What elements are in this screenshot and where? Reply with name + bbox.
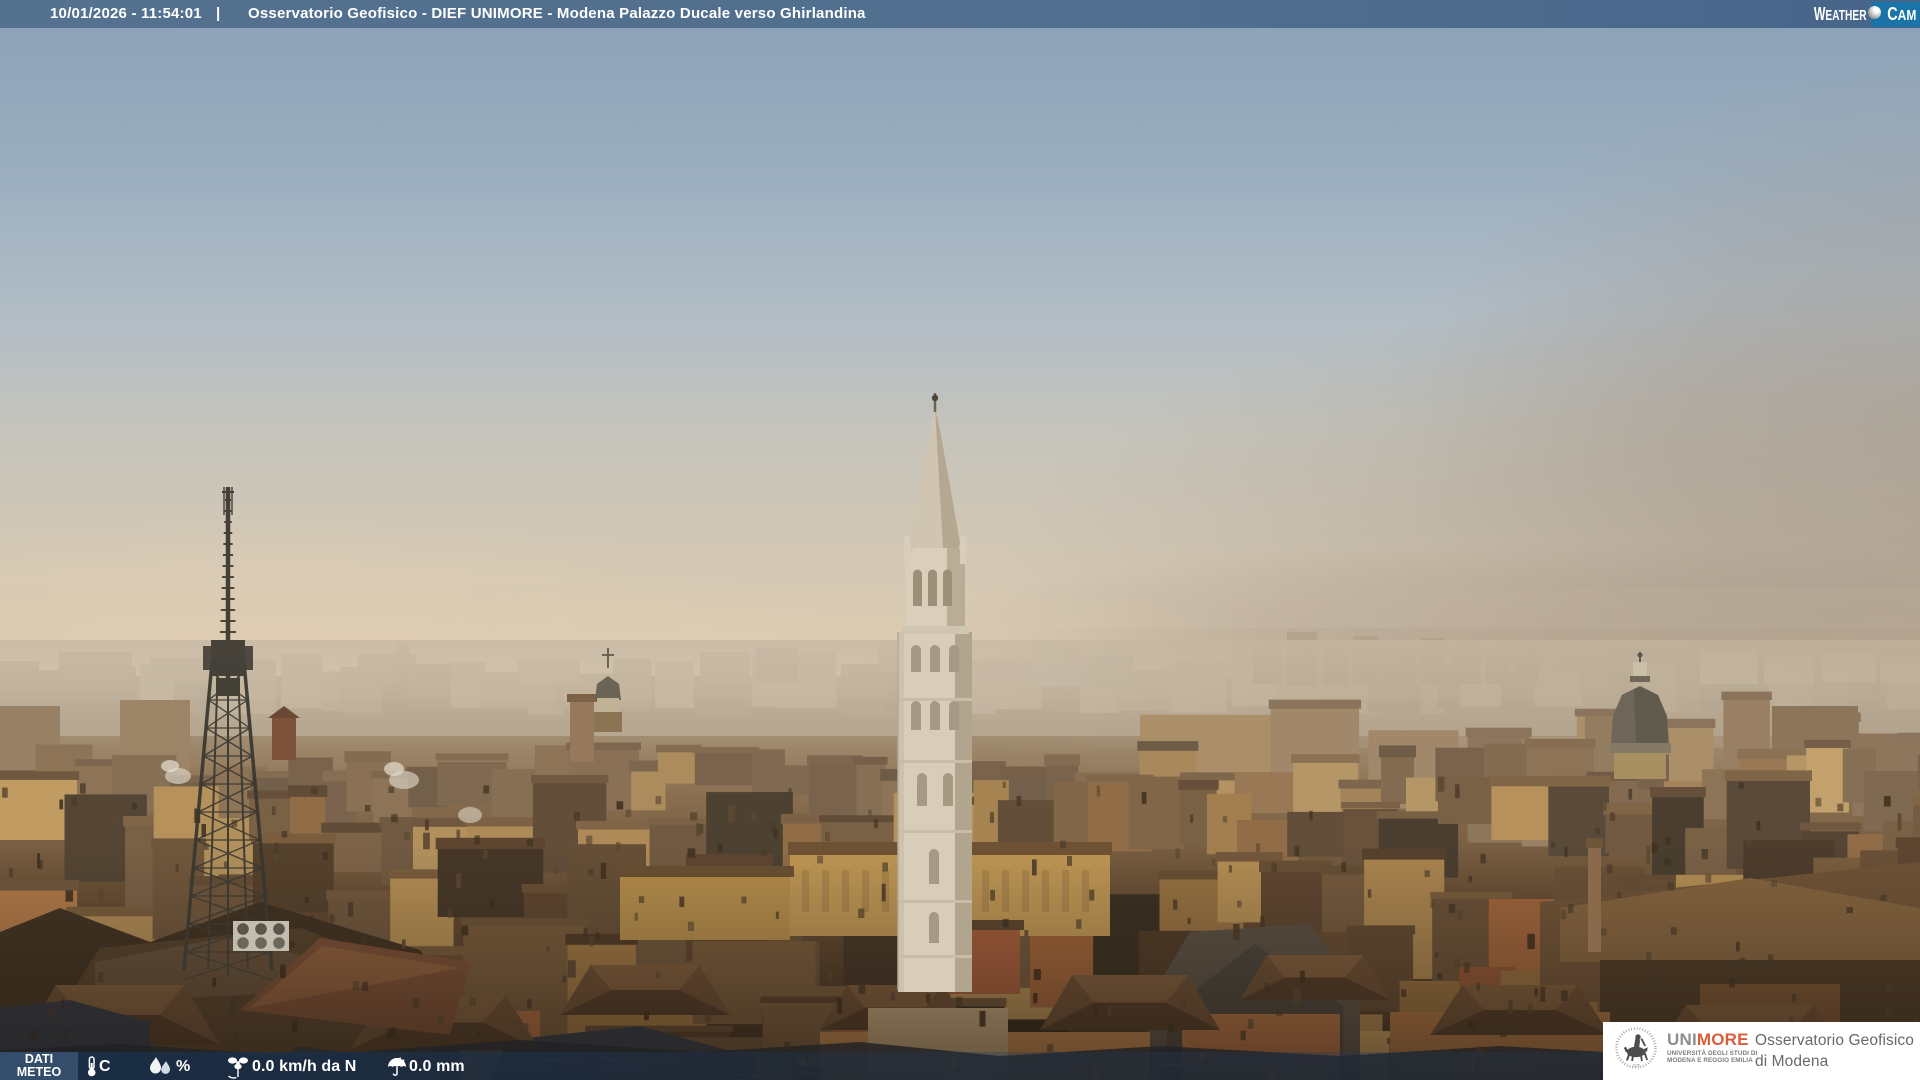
svg-text:1175: 1175 xyxy=(1632,1064,1639,1068)
